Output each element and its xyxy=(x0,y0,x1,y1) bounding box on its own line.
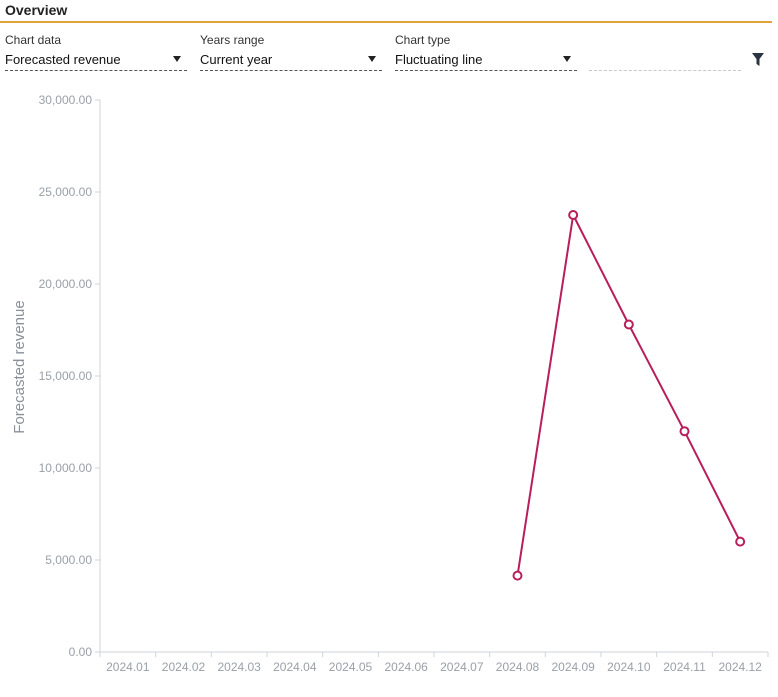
x-tick-label: 2024.12 xyxy=(718,660,762,674)
caret-down-icon xyxy=(563,56,571,62)
data-point xyxy=(679,426,690,437)
panel-header: Overview xyxy=(0,0,772,23)
series-group xyxy=(512,210,746,581)
x-tick-label: 2024.01 xyxy=(106,660,150,674)
forecasted-revenue-chart: 0.00 5,000.00 10,000.00 15,000.00 20,000.00 2… xyxy=(11,93,769,674)
chart-type-underline xyxy=(395,70,577,71)
x-axis: 2024.01 2024.02 2024.03 2024.04 2024.05 2024.… xyxy=(99,651,769,674)
chart-type-value: Fluctuating line xyxy=(395,52,483,67)
x-tick-label: 2024.11 xyxy=(663,660,706,674)
y-axis: 0.00 5,000.00 10,000.00 15,000.00 20,000.00 2… xyxy=(39,93,101,659)
y-tick-label: 30,000.00 xyxy=(39,93,93,107)
x-tick-label: 2024.09 xyxy=(551,660,595,674)
caret-down-icon xyxy=(173,56,181,62)
y-tick-label: 25,000.00 xyxy=(39,185,93,199)
data-point xyxy=(623,319,634,330)
years-range-value: Current year xyxy=(200,52,273,67)
filter-funnel-icon[interactable] xyxy=(752,53,764,67)
y-tick-label: 20,000.00 xyxy=(39,277,93,291)
years-range-dropdown[interactable]: Years range Current year xyxy=(200,30,382,72)
y-tick-label: 5,000.00 xyxy=(45,553,92,567)
chart-data-label: Chart data xyxy=(5,33,62,47)
x-tick-label: 2024.05 xyxy=(329,660,373,674)
years-range-underline xyxy=(200,70,382,71)
x-tick-label: 2024.06 xyxy=(384,660,428,674)
x-tick-label: 2024.10 xyxy=(607,660,651,674)
data-point xyxy=(568,210,579,220)
y-tick-label: 15,000.00 xyxy=(39,369,93,383)
chart-type-dropdown[interactable]: Chart type Fluctuating line xyxy=(395,30,577,72)
chart-data-dropdown[interactable]: Chart data Forecasted revenue xyxy=(5,30,187,72)
chart-data-underline xyxy=(5,70,187,71)
x-tick-label: 2024.04 xyxy=(273,660,317,674)
x-tick-label: 2024.08 xyxy=(496,660,540,674)
x-tick-label: 2024.03 xyxy=(217,660,261,674)
empty-filter-field[interactable] xyxy=(589,30,741,72)
chart-type-label: Chart type xyxy=(395,33,451,47)
y-axis-title: Forecasted revenue xyxy=(11,300,28,433)
empty-filter-underline xyxy=(589,70,741,71)
y-tick-label: 10,000.00 xyxy=(39,461,93,475)
x-tick-label: 2024.02 xyxy=(162,660,206,674)
data-point xyxy=(735,536,746,547)
panel-title: Overview xyxy=(5,2,68,18)
y-tick-label: 0.00 xyxy=(69,645,93,659)
overview-panel: Overview Chart data Forecasted revenue Y… xyxy=(0,0,778,697)
data-point xyxy=(512,570,523,581)
x-tick-label: 2024.07 xyxy=(440,660,484,674)
filter-bar: Chart data Forecasted revenue Years rang… xyxy=(0,30,778,74)
caret-down-icon xyxy=(368,56,376,62)
years-range-label: Years range xyxy=(200,33,265,47)
chart-area: 0.00 5,000.00 10,000.00 15,000.00 20,000.00 2… xyxy=(0,80,778,697)
chart-data-value: Forecasted revenue xyxy=(5,52,121,67)
series-line xyxy=(516,214,742,576)
